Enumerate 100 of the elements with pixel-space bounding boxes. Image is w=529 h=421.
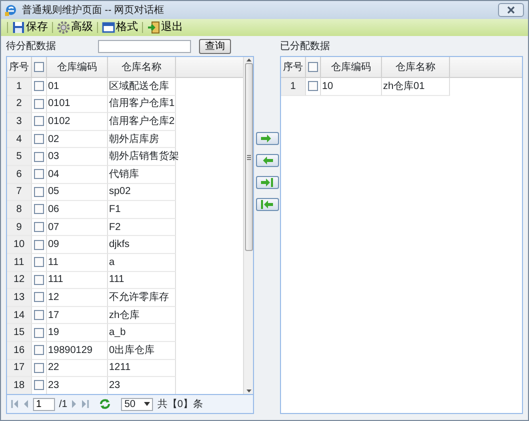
transfer-button[interactable] bbox=[256, 198, 278, 211]
grip-icon bbox=[246, 154, 250, 160]
previous-page-button[interactable] bbox=[23, 399, 29, 409]
column-header: 仓库编码 bbox=[47, 57, 108, 77]
row-number: 4 bbox=[7, 130, 32, 148]
toolbar-button[interactable]: 退出 bbox=[143, 19, 187, 36]
checkbox[interactable] bbox=[34, 380, 44, 390]
dropdown-icon bbox=[144, 402, 150, 406]
window-title: 普通规则维护页面 -- 网页对话框 bbox=[22, 4, 166, 18]
table-cell: 09 bbox=[47, 236, 108, 254]
checkbox[interactable] bbox=[34, 116, 44, 126]
row-number: 16 bbox=[7, 342, 32, 360]
refresh-button[interactable] bbox=[99, 398, 112, 410]
column-header: 仓库名称 bbox=[382, 57, 450, 77]
checkbox[interactable] bbox=[34, 345, 44, 356]
total-count: 共【0】条 bbox=[157, 398, 203, 412]
table-cell: 17 bbox=[47, 306, 108, 324]
table-cell: 03 bbox=[47, 148, 108, 166]
gear-icon bbox=[57, 21, 70, 34]
table-cell: 0102 bbox=[47, 113, 108, 131]
checkbox[interactable] bbox=[34, 152, 44, 162]
table-cell: zh仓库01 bbox=[382, 78, 450, 96]
checkbox[interactable] bbox=[34, 362, 44, 373]
checkbox[interactable] bbox=[34, 81, 44, 92]
page-count: /1 bbox=[59, 398, 68, 412]
checkbox[interactable] bbox=[34, 328, 44, 338]
table-cell: 02 bbox=[47, 130, 108, 148]
table-cell: 0出库仓库 bbox=[108, 342, 176, 360]
table-cell: F2 bbox=[108, 218, 176, 236]
next-page-button[interactable] bbox=[71, 399, 78, 409]
table-cell: 信用客户仓库1 bbox=[108, 96, 176, 114]
scrollbar[interactable] bbox=[243, 57, 253, 394]
checkbox[interactable] bbox=[34, 204, 44, 214]
checkbox[interactable] bbox=[34, 274, 44, 285]
checkbox[interactable] bbox=[34, 134, 44, 144]
transfer-button[interactable] bbox=[256, 176, 278, 189]
checkbox[interactable] bbox=[34, 240, 44, 250]
page-input[interactable]: 1 bbox=[33, 398, 55, 410]
table-cell: 01 bbox=[47, 78, 108, 96]
table-cell: 11 bbox=[47, 254, 108, 272]
checkbox[interactable] bbox=[34, 186, 44, 197]
browser-icon bbox=[5, 4, 17, 16]
row-number: 6 bbox=[7, 166, 32, 184]
row-number: 7 bbox=[7, 184, 32, 202]
row-number: 17 bbox=[7, 360, 32, 378]
table-cell: 信用客户仓库2 bbox=[108, 113, 176, 131]
table-cell: 06 bbox=[47, 201, 108, 219]
previous-icon bbox=[23, 399, 29, 409]
checkbox[interactable] bbox=[34, 222, 44, 232]
row-number: 9 bbox=[7, 218, 32, 236]
table-cell: 朝外店库房 bbox=[108, 130, 176, 148]
checkbox[interactable] bbox=[308, 81, 318, 92]
row-number: 3 bbox=[7, 113, 32, 131]
table-cell: 0101 bbox=[47, 96, 108, 114]
search-field[interactable] bbox=[98, 40, 191, 53]
table-cell: F1 bbox=[108, 201, 176, 219]
table-cell: a bbox=[108, 254, 176, 272]
checkbox[interactable] bbox=[34, 62, 44, 72]
panel-title: 已分配数据 bbox=[280, 40, 330, 54]
table-cell: 朝外店销售货架 bbox=[108, 148, 176, 166]
transfer-button[interactable] bbox=[256, 154, 278, 167]
checkbox[interactable] bbox=[34, 257, 44, 268]
table-cell: 19890129 bbox=[47, 342, 108, 360]
row-number: 2 bbox=[7, 96, 32, 114]
row-number: 15 bbox=[7, 324, 32, 342]
page-size-select[interactable]: 50 bbox=[121, 398, 154, 410]
table-cell: zh仓库 bbox=[108, 306, 176, 324]
search-button[interactable]: 查询 bbox=[199, 39, 231, 54]
first-page-button[interactable] bbox=[11, 399, 19, 409]
checkbox[interactable] bbox=[34, 169, 44, 180]
right-arrow-bar-icon bbox=[260, 178, 274, 187]
close-icon bbox=[507, 6, 515, 14]
last-page-button[interactable] bbox=[81, 399, 90, 409]
checkbox[interactable] bbox=[34, 310, 44, 320]
column-header: 序号 bbox=[281, 57, 306, 77]
row-number: 5 bbox=[7, 148, 32, 166]
column-header: 仓库名称 bbox=[108, 57, 176, 77]
toolbar-button[interactable]: 保存 bbox=[8, 19, 52, 36]
right-arrow-icon bbox=[260, 134, 274, 143]
table-cell: 22 bbox=[47, 360, 108, 378]
next-icon bbox=[71, 399, 78, 409]
table-cell: djkfs bbox=[108, 236, 176, 254]
row-number: 13 bbox=[7, 289, 32, 307]
row-number: 14 bbox=[7, 306, 32, 324]
save-icon bbox=[12, 21, 25, 34]
table-cell: 04 bbox=[47, 166, 108, 184]
transfer-button[interactable] bbox=[256, 132, 278, 145]
row-number: 1 bbox=[7, 78, 32, 96]
table-cell: 05 bbox=[47, 184, 108, 202]
table-cell: 12 bbox=[47, 289, 108, 307]
last-page-icon bbox=[81, 399, 90, 409]
column-header: 序号 bbox=[7, 57, 32, 77]
toolbar-button[interactable]: 格式 bbox=[98, 19, 142, 36]
close-button[interactable] bbox=[498, 3, 524, 17]
checkbox[interactable] bbox=[308, 62, 318, 72]
checkbox[interactable] bbox=[34, 98, 44, 109]
table-cell: 区域配送仓库 bbox=[108, 78, 176, 96]
checkbox[interactable] bbox=[34, 292, 44, 302]
toolbar-button[interactable]: 高级 bbox=[53, 19, 97, 36]
column-header: 仓库编码 bbox=[321, 57, 382, 77]
